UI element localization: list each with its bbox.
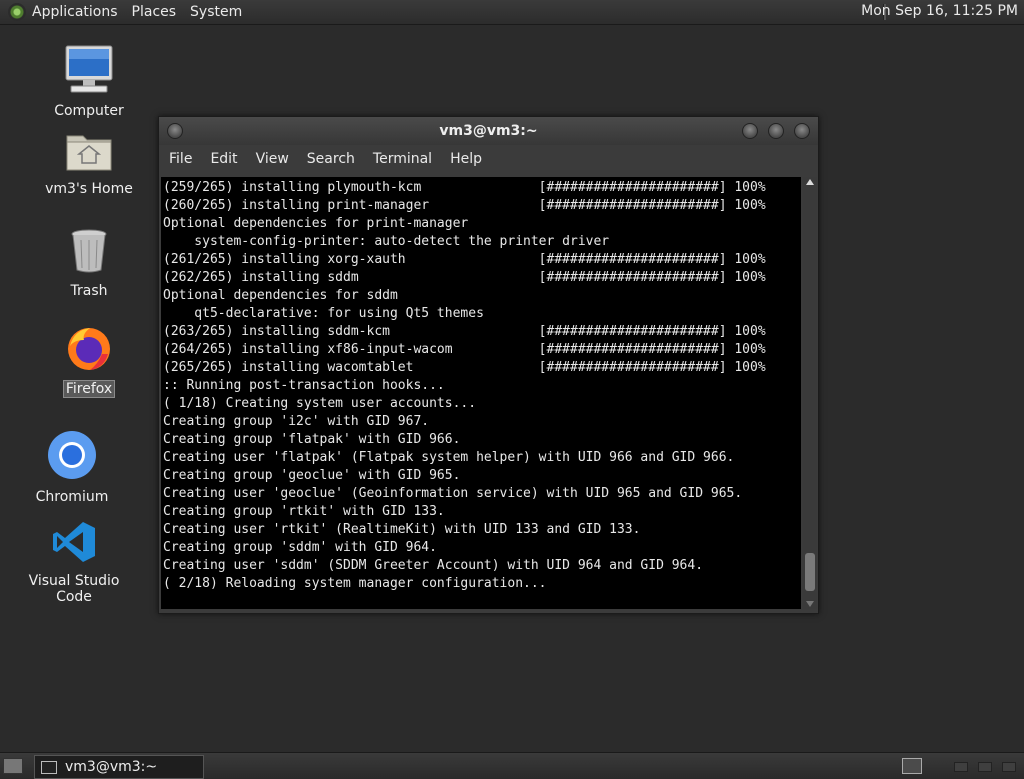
distro-logo-icon[interactable]: [8, 3, 26, 21]
menu-view[interactable]: View: [256, 151, 289, 167]
terminal-menubar: File Edit View Search Terminal Help: [159, 145, 818, 173]
maximize-button[interactable]: [768, 123, 784, 139]
top-panel: Applications Places System Mon Sep 16, 1…: [0, 0, 1024, 25]
desktop-icon-computer[interactable]: Computer: [29, 44, 149, 120]
menu-file[interactable]: File: [169, 151, 192, 167]
menu-applications[interactable]: Applications: [32, 4, 118, 20]
window-titlebar[interactable]: vm3@vm3:~: [159, 117, 818, 145]
menu-places[interactable]: Places: [132, 4, 177, 20]
workspace-indicators: [954, 762, 1016, 772]
terminal-line: ( 1/18) Creating system user accounts...: [163, 396, 477, 411]
panel-clock[interactable]: Mon Sep 16, 11:25 PM: [861, 3, 1018, 19]
terminal-text: (259/265) installing plymouth-kcm [#####…: [161, 177, 801, 593]
terminal-line: (264/265) installing xf86-input-wacom [#…: [163, 342, 766, 357]
terminal-line: (260/265) installing print-manager [####…: [163, 198, 766, 213]
bottom-panel: vm3@vm3:~: [0, 752, 1024, 779]
window-title: vm3@vm3:~: [439, 123, 538, 139]
terminal-line: Creating group 'flatpak' with GID 966.: [163, 432, 461, 447]
scroll-up-arrow-icon[interactable]: [806, 179, 814, 185]
vscode-icon: [53, 522, 95, 562]
minimize-button[interactable]: [742, 123, 758, 139]
desktop-icon-label: Chromium: [35, 489, 109, 505]
terminal-line: Optional dependencies for print-manager: [163, 216, 469, 231]
terminal-line: Optional dependencies for sddm: [163, 288, 398, 303]
terminal-line: Creating group 'geoclue' with GID 965.: [163, 468, 461, 483]
scroll-down-arrow-icon[interactable]: [806, 601, 814, 607]
terminal-line: (265/265) installing wacomtablet [######…: [163, 360, 766, 375]
terminal-line: qt5-declarative: for using Qt5 themes: [194, 306, 484, 321]
menu-help[interactable]: Help: [450, 151, 482, 167]
terminal-line: (262/265) installing sddm [#############…: [163, 270, 766, 285]
desktop-icon-home[interactable]: vm3's Home: [29, 128, 149, 198]
trash-icon: [71, 229, 107, 273]
workspace-4[interactable]: [1002, 762, 1016, 772]
terminal-line: Creating user 'sddm' (SDDM Greeter Accou…: [163, 558, 704, 573]
terminal-window[interactable]: vm3@vm3:~ File Edit View Search Terminal…: [158, 116, 819, 614]
terminal-output[interactable]: (259/265) installing plymouth-kcm [#####…: [161, 177, 801, 609]
terminal-line: system-config-printer: auto-detect the p…: [194, 234, 610, 249]
menu-system[interactable]: System: [190, 4, 242, 20]
home-folder-icon: [66, 135, 112, 171]
workspace-switcher[interactable]: [902, 758, 922, 774]
desktop-icon-label: Trash: [70, 283, 108, 299]
taskbar-window-button[interactable]: vm3@vm3:~: [34, 755, 204, 779]
terminal-line: Creating group 'i2c' with GID 967.: [163, 414, 430, 429]
terminal-icon: [41, 760, 57, 774]
terminal-line: (259/265) installing plymouth-kcm [#####…: [163, 180, 766, 195]
chromium-icon: [48, 431, 96, 479]
workspace-3[interactable]: [978, 762, 992, 772]
terminal-line: :: Running post-transaction hooks...: [163, 378, 445, 393]
terminal-line: Creating group 'rtkit' with GID 133.: [163, 504, 445, 519]
desktop-icon-label: Visual Studio Code: [28, 573, 120, 605]
desktop-icon-label: vm3's Home: [45, 181, 133, 197]
menu-edit[interactable]: Edit: [210, 151, 237, 167]
desktop-icon-firefox[interactable]: Firefox: [29, 324, 149, 398]
terminal-line: Creating user 'rtkit' (RealtimeKit) with…: [163, 522, 641, 537]
desktop-icon-label: Computer: [54, 103, 124, 119]
scroll-thumb[interactable]: [805, 553, 815, 591]
workspace-2[interactable]: [954, 762, 968, 772]
show-desktop-icon[interactable]: [3, 758, 23, 774]
desktop-icon-trash[interactable]: Trash: [29, 228, 149, 300]
terminal-line: (263/265) installing sddm-kcm [#########…: [163, 324, 766, 339]
taskbar-window-label: vm3@vm3:~: [65, 759, 158, 775]
terminal-line: ( 2/18) Reloading system manager configu…: [163, 576, 547, 591]
firefox-icon: [68, 328, 110, 370]
menu-terminal[interactable]: Terminal: [373, 151, 432, 167]
close-button[interactable]: [794, 123, 810, 139]
desktop-icon-vscode[interactable]: Visual Studio Code: [14, 520, 134, 606]
terminal-line: (261/265) installing xorg-xauth [#######…: [163, 252, 766, 267]
terminal-line: Creating user 'geoclue' (Geoinformation …: [163, 486, 743, 501]
terminal-scrollbar[interactable]: [803, 177, 817, 609]
computer-icon: [65, 45, 113, 93]
desktop-icon-label: Firefox: [62, 380, 116, 398]
desktop-icon-chromium[interactable]: Chromium: [12, 430, 132, 506]
terminal-line: Creating group 'sddm' with GID 964.: [163, 540, 437, 555]
terminal-line: Creating user 'flatpak' (Flatpak system …: [163, 450, 735, 465]
menu-search[interactable]: Search: [307, 151, 355, 167]
